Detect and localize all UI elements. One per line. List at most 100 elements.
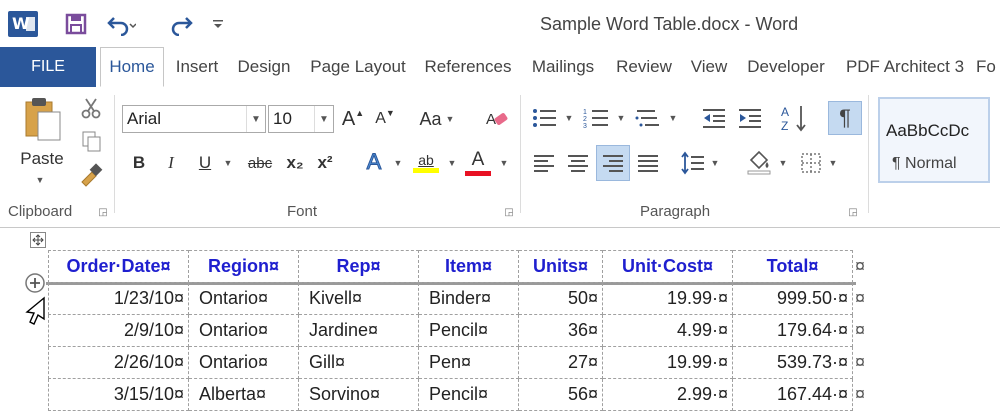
table-cell[interactable]: 50¤ xyxy=(518,282,603,315)
text-effects-dropdown-icon[interactable]: ▼ xyxy=(390,149,406,177)
customize-quick-access-icon[interactable] xyxy=(208,10,228,38)
tab-pdf-architect[interactable]: PDF Architect 3 xyxy=(836,47,974,87)
table-cell[interactable]: 1/23/10¤ xyxy=(48,282,189,315)
font-dialog-launcher-icon[interactable]: ◲ xyxy=(502,205,516,219)
multilevel-dropdown-icon[interactable]: ▼ xyxy=(666,103,680,133)
superscript-button[interactable]: x² xyxy=(312,149,338,177)
line-spacing-icon[interactable] xyxy=(678,147,708,179)
clear-formatting-icon[interactable]: A xyxy=(482,105,512,133)
line-spacing-dropdown-icon[interactable]: ▼ xyxy=(708,147,722,179)
table-cell[interactable]: 4.99·¤ xyxy=(602,314,733,347)
tab-design[interactable]: Design xyxy=(230,47,298,87)
table-cell[interactable]: 2/26/10¤ xyxy=(48,346,189,379)
table-header-cell[interactable]: Unit·Cost¤ xyxy=(602,250,733,283)
font-size-dropdown-icon[interactable]: ▼ xyxy=(314,106,333,132)
table-cell[interactable]: Alberta¤ xyxy=(188,378,299,411)
table-cell[interactable]: 56¤ xyxy=(518,378,603,411)
format-painter-icon[interactable] xyxy=(76,161,106,189)
table-cell[interactable]: Binder¤ xyxy=(418,282,519,315)
table-cell[interactable]: Ontario¤ xyxy=(188,282,299,315)
table-cell[interactable]: 539.73·¤ xyxy=(732,346,853,379)
numbering-dropdown-icon[interactable]: ▼ xyxy=(614,103,628,133)
table-cell[interactable]: Pencil¤ xyxy=(418,378,519,411)
subscript-button[interactable]: x₂ xyxy=(282,149,308,177)
underline-button[interactable]: U xyxy=(192,149,218,177)
save-icon[interactable] xyxy=(62,10,90,38)
italic-button[interactable]: I xyxy=(158,149,184,177)
bold-button[interactable]: B xyxy=(126,149,152,177)
tab-format-partial[interactable]: Fo xyxy=(976,47,1000,87)
change-case-button[interactable]: Aa ▼ xyxy=(414,105,460,133)
table-header-cell[interactable]: Total¤ xyxy=(732,250,853,283)
align-center-icon[interactable] xyxy=(562,147,594,179)
cut-icon[interactable] xyxy=(76,93,106,123)
bullets-dropdown-icon[interactable]: ▼ xyxy=(562,103,576,133)
tab-home[interactable]: Home xyxy=(100,47,164,87)
tab-developer[interactable]: Developer xyxy=(738,47,834,87)
align-left-icon[interactable] xyxy=(528,147,560,179)
table-cell[interactable]: 999.50·¤ xyxy=(732,282,853,315)
table-move-handle-icon[interactable] xyxy=(30,232,46,248)
paste-dropdown-icon[interactable]: ▼ xyxy=(30,173,50,187)
table-cell[interactable]: Ontario¤ xyxy=(188,314,299,347)
justify-icon[interactable] xyxy=(632,147,664,179)
tab-page-layout[interactable]: Page Layout xyxy=(300,47,416,87)
redo-icon[interactable] xyxy=(166,10,196,38)
table-cell[interactable]: 3/15/10¤ xyxy=(48,378,189,411)
decrease-indent-icon[interactable] xyxy=(698,103,730,133)
table-cell[interactable]: 167.44·¤ xyxy=(732,378,853,411)
font-color-dropdown-icon[interactable]: ▼ xyxy=(496,149,512,177)
table-cell[interactable]: 2.99·¤ xyxy=(602,378,733,411)
tab-insert[interactable]: Insert xyxy=(166,47,228,87)
table-cell[interactable]: Pencil¤ xyxy=(418,314,519,347)
strikethrough-button[interactable]: abc xyxy=(242,149,278,177)
table-header-cell[interactable]: Order·Date¤ xyxy=(48,250,189,283)
numbering-icon[interactable]: 123 xyxy=(580,103,614,133)
increase-indent-icon[interactable] xyxy=(734,103,766,133)
clipboard-dialog-launcher-icon[interactable]: ◲ xyxy=(96,205,110,219)
tab-mailings[interactable]: Mailings xyxy=(520,47,606,87)
table-cell[interactable]: 19.99·¤ xyxy=(602,346,733,379)
table-cell[interactable]: 27¤ xyxy=(518,346,603,379)
table-cell[interactable]: 19.99·¤ xyxy=(602,282,733,315)
table-header-cell[interactable]: Region¤ xyxy=(188,250,299,283)
table-cell[interactable]: Pen¤ xyxy=(418,346,519,379)
table-cell[interactable]: 2/9/10¤ xyxy=(48,314,189,347)
insert-row-plus-icon[interactable] xyxy=(24,272,46,294)
underline-dropdown-icon[interactable]: ▼ xyxy=(220,149,236,177)
table-cell[interactable]: Ontario¤ xyxy=(188,346,299,379)
paste-icon[interactable] xyxy=(14,95,70,143)
borders-icon[interactable] xyxy=(796,147,826,179)
table-cell[interactable]: 36¤ xyxy=(518,314,603,347)
style-normal-tile[interactable]: AaBbCcDc ¶ Normal xyxy=(878,97,990,183)
shading-dropdown-icon[interactable]: ▼ xyxy=(776,147,790,179)
borders-dropdown-icon[interactable]: ▼ xyxy=(826,147,840,179)
bullets-icon[interactable] xyxy=(528,103,562,133)
font-name-dropdown-icon[interactable]: ▼ xyxy=(246,106,265,132)
table-cell[interactable]: Jardine¤ xyxy=(298,314,419,347)
table-cell[interactable]: Sorvino¤ xyxy=(298,378,419,411)
tab-file[interactable]: FILE xyxy=(0,47,96,87)
sort-icon[interactable]: AZ xyxy=(778,101,810,135)
shrink-font-button[interactable]: A ▼ xyxy=(372,105,398,133)
tab-references[interactable]: References xyxy=(418,47,518,87)
undo-icon[interactable] xyxy=(104,10,138,38)
text-highlight-button[interactable]: ab xyxy=(410,145,442,179)
paste-button[interactable]: Paste xyxy=(14,147,70,171)
multilevel-list-icon[interactable] xyxy=(632,103,666,133)
text-effects-button[interactable]: A xyxy=(360,147,388,177)
table-header-cell[interactable]: Units¤ xyxy=(518,250,603,283)
tab-view[interactable]: View xyxy=(682,47,736,87)
tab-review[interactable]: Review xyxy=(608,47,680,87)
shading-icon[interactable] xyxy=(742,145,776,179)
table-cell[interactable]: Kivell¤ xyxy=(298,282,419,315)
table-cell[interactable]: Gill¤ xyxy=(298,346,419,379)
highlight-dropdown-icon[interactable]: ▼ xyxy=(444,149,460,177)
table-header-cell[interactable]: Rep¤ xyxy=(298,250,419,283)
table-header-cell[interactable]: Item¤ xyxy=(418,250,519,283)
table-cell[interactable]: 179.64·¤ xyxy=(732,314,853,347)
paragraph-dialog-launcher-icon[interactable]: ◲ xyxy=(846,205,860,219)
word-app-icon[interactable]: W xyxy=(8,11,38,37)
copy-icon[interactable] xyxy=(76,127,106,155)
grow-font-button[interactable]: A ▲ xyxy=(340,105,366,133)
